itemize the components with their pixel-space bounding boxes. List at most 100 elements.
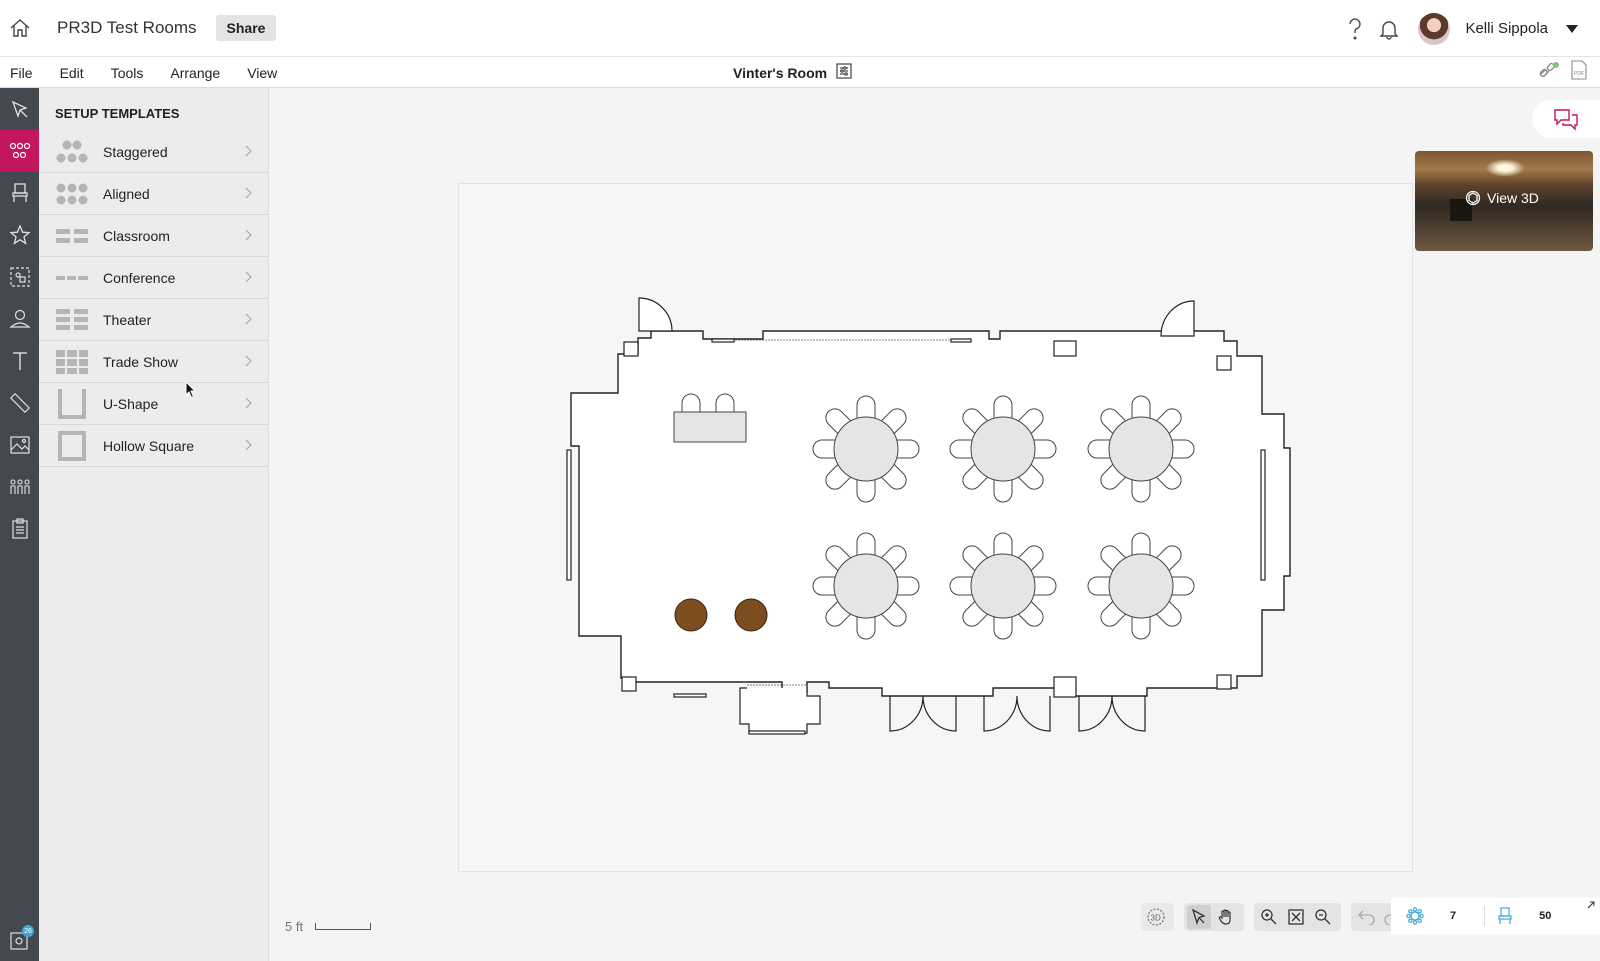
rail-attendees[interactable] bbox=[0, 298, 39, 340]
round-table[interactable] bbox=[1087, 395, 1195, 503]
mouse-cursor-icon bbox=[185, 381, 197, 399]
pan-tool-button[interactable] bbox=[1214, 905, 1238, 929]
rail-measure-tool[interactable] bbox=[0, 382, 39, 424]
table-top[interactable] bbox=[1108, 553, 1174, 619]
menu-tools[interactable]: Tools bbox=[111, 65, 144, 81]
chair[interactable] bbox=[856, 478, 876, 503]
floor-plan-canvas[interactable]: View 3D 5 ft 3D 7 50 bbox=[269, 88, 1600, 961]
chair[interactable] bbox=[1131, 532, 1151, 557]
star-icon bbox=[8, 224, 31, 245]
view-3d-preview[interactable]: View 3D bbox=[1415, 151, 1593, 251]
rail-favorites[interactable] bbox=[0, 214, 39, 256]
templates-icon bbox=[9, 142, 30, 159]
3d-view-button[interactable]: 3D bbox=[1144, 905, 1168, 929]
rail-furniture[interactable] bbox=[0, 172, 39, 214]
chair[interactable] bbox=[993, 532, 1013, 557]
u-shape-icon bbox=[55, 388, 89, 419]
user-avatar[interactable] bbox=[1418, 12, 1451, 45]
template-trade-show[interactable]: Trade Show bbox=[39, 341, 268, 383]
rail-select-tool[interactable] bbox=[0, 88, 39, 130]
menu-view[interactable]: View bbox=[247, 65, 277, 81]
chair[interactable] bbox=[895, 576, 920, 596]
chat-button[interactable] bbox=[1532, 100, 1600, 138]
rail-notes[interactable] bbox=[0, 508, 39, 550]
stats-panel[interactable]: 7 50 bbox=[1391, 898, 1600, 934]
user-name[interactable]: Kelli Sippola bbox=[1465, 20, 1548, 37]
chair[interactable] bbox=[1170, 576, 1195, 596]
dashed-select-icon bbox=[9, 267, 30, 287]
template-hollow-square[interactable]: Hollow Square bbox=[39, 425, 268, 467]
chair[interactable] bbox=[949, 439, 974, 459]
template-classroom[interactable]: Classroom bbox=[39, 215, 268, 257]
room-settings-icon[interactable] bbox=[836, 63, 852, 82]
round-table[interactable] bbox=[949, 395, 1057, 503]
menu-edit[interactable]: Edit bbox=[60, 65, 84, 81]
user-menu-caret-icon[interactable] bbox=[1566, 24, 1578, 33]
table-top[interactable] bbox=[833, 553, 899, 619]
menu-arrange[interactable]: Arrange bbox=[170, 65, 220, 81]
rail-group-select[interactable] bbox=[0, 256, 39, 298]
share-button[interactable]: Share bbox=[215, 15, 277, 41]
rail-room-settings[interactable]: 26 bbox=[0, 919, 39, 961]
chair[interactable] bbox=[1032, 576, 1057, 596]
rail-text-tool[interactable] bbox=[0, 340, 39, 382]
chair[interactable] bbox=[1131, 478, 1151, 503]
home-button[interactable] bbox=[0, 0, 40, 57]
classroom-icon bbox=[55, 223, 89, 249]
floor-plan[interactable] bbox=[269, 88, 1600, 961]
rail-images[interactable] bbox=[0, 424, 39, 466]
pdf-icon[interactable]: PDF bbox=[1570, 60, 1588, 85]
template-theater[interactable]: Theater bbox=[39, 299, 268, 341]
chandelier bbox=[1485, 159, 1525, 177]
template-aligned[interactable]: Aligned bbox=[39, 173, 268, 215]
template-u-shape[interactable]: U-Shape bbox=[39, 383, 268, 425]
cocktail-table[interactable] bbox=[674, 598, 708, 632]
round-table[interactable] bbox=[949, 532, 1057, 640]
expand-icon[interactable] bbox=[1586, 900, 1596, 910]
chair[interactable] bbox=[993, 395, 1013, 420]
round-table[interactable] bbox=[812, 532, 920, 640]
zoom-out-button[interactable] bbox=[1311, 905, 1335, 929]
notifications-button[interactable] bbox=[1372, 12, 1406, 46]
template-conference[interactable]: Conference bbox=[39, 257, 268, 299]
zoom-in-button[interactable] bbox=[1257, 905, 1281, 929]
template-label: Theater bbox=[103, 311, 152, 328]
rail-badge: 26 bbox=[22, 925, 34, 937]
rail-people[interactable] bbox=[0, 466, 39, 508]
chair[interactable] bbox=[949, 576, 974, 596]
template-staggered[interactable]: Staggered bbox=[39, 131, 268, 173]
view-3d-button[interactable]: View 3D bbox=[1465, 190, 1539, 206]
table-top[interactable] bbox=[970, 553, 1036, 619]
chair[interactable] bbox=[1131, 615, 1151, 640]
zoom-fit-button[interactable] bbox=[1284, 905, 1308, 929]
chair[interactable] bbox=[856, 615, 876, 640]
chair[interactable] bbox=[856, 532, 876, 557]
chair[interactable] bbox=[1087, 576, 1112, 596]
chair[interactable] bbox=[1087, 439, 1112, 459]
chair[interactable] bbox=[993, 615, 1013, 640]
table-top[interactable] bbox=[833, 416, 899, 482]
undo-button[interactable] bbox=[1354, 905, 1378, 929]
chair[interactable] bbox=[895, 439, 920, 459]
table-top[interactable] bbox=[970, 416, 1036, 482]
chair[interactable] bbox=[856, 395, 876, 420]
table-count-icon bbox=[1406, 907, 1424, 925]
help-button[interactable] bbox=[1338, 12, 1372, 46]
rail-setup-templates[interactable] bbox=[0, 130, 39, 172]
window bbox=[1260, 449, 1266, 581]
chair[interactable] bbox=[1032, 439, 1057, 459]
link-icon[interactable] bbox=[1538, 61, 1560, 84]
round-table[interactable] bbox=[812, 395, 920, 503]
chair[interactable] bbox=[1131, 395, 1151, 420]
scale-indicator: 5 ft bbox=[285, 919, 372, 934]
chair[interactable] bbox=[812, 576, 837, 596]
select-tool-button[interactable] bbox=[1187, 905, 1211, 929]
chair[interactable] bbox=[812, 439, 837, 459]
menu-file[interactable]: File bbox=[10, 65, 33, 81]
table-top[interactable] bbox=[1108, 416, 1174, 482]
chair[interactable] bbox=[1170, 439, 1195, 459]
round-table[interactable] bbox=[1087, 532, 1195, 640]
hollow-square-icon bbox=[55, 430, 89, 461]
chair[interactable] bbox=[993, 478, 1013, 503]
cocktail-table[interactable] bbox=[734, 598, 768, 632]
